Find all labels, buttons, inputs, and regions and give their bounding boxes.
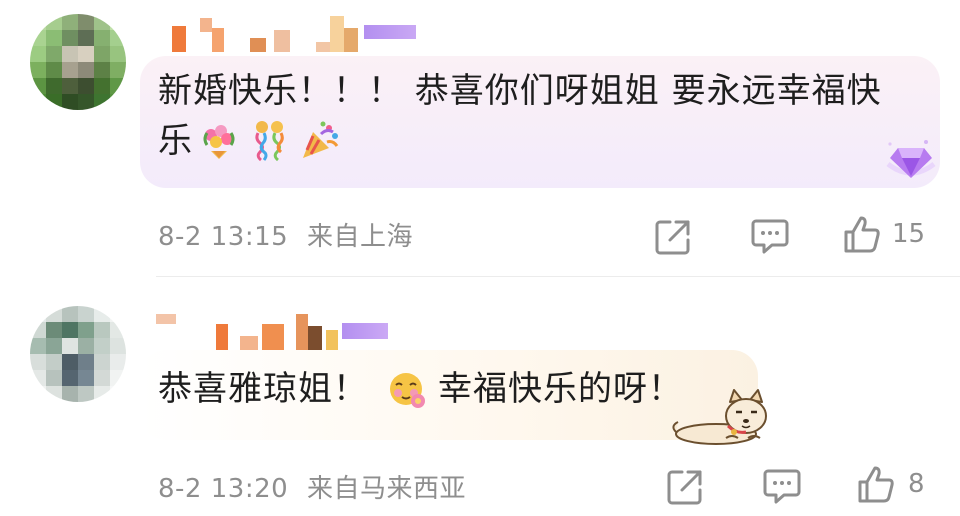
comment-text: 新婚快乐！！！ 恭喜你们呀姐姐 要永远幸福快 乐 bbox=[158, 66, 928, 166]
thumbs-up-icon[interactable] bbox=[842, 214, 882, 254]
avatar[interactable] bbox=[30, 14, 126, 110]
comment-text-line2: 乐 bbox=[158, 121, 193, 161]
comment-icon[interactable] bbox=[762, 468, 802, 506]
username-obscured[interactable] bbox=[172, 8, 416, 52]
comment-text-before-emoji: 恭喜雅琼姐！ bbox=[158, 369, 368, 409]
shiba-dog-sticker bbox=[672, 389, 767, 445]
comment-text-after-emoji: 幸福快乐的呀！ bbox=[438, 369, 683, 409]
location: 来自上海 bbox=[306, 222, 413, 252]
comment-text: 恭喜雅琼姐！ 幸福快乐的呀！ bbox=[158, 364, 683, 414]
share-icon[interactable] bbox=[654, 218, 692, 256]
username-obscured[interactable] bbox=[156, 306, 388, 350]
like-button[interactable]: 8 bbox=[856, 464, 925, 504]
confetti-emoji bbox=[255, 121, 284, 162]
share-icon[interactable] bbox=[666, 468, 704, 506]
location: 来自马来西亚 bbox=[306, 474, 466, 504]
bouquet-emoji bbox=[203, 125, 235, 159]
timestamp: 8-2 13:15 bbox=[158, 222, 289, 252]
diamond-badge-icon bbox=[886, 140, 936, 178]
blushing-face-emoji bbox=[390, 373, 425, 408]
comment-text-line1: 新婚快乐！！！ 恭喜你们呀姐姐 要永远幸福快 bbox=[158, 71, 882, 111]
avatar[interactable] bbox=[30, 306, 126, 402]
thumbs-up-icon[interactable] bbox=[856, 464, 896, 504]
comment-meta: 8-2 13:20 来自马来西亚 bbox=[158, 468, 466, 505]
party-popper-emoji bbox=[303, 121, 339, 158]
timestamp: 8-2 13:20 bbox=[158, 474, 289, 504]
like-count: 8 bbox=[908, 469, 925, 499]
divider bbox=[156, 276, 960, 277]
comment-meta: 8-2 13:15 来自上海 bbox=[158, 216, 413, 253]
comment-icon[interactable] bbox=[750, 218, 790, 256]
like-count: 15 bbox=[892, 219, 926, 249]
like-button[interactable]: 15 bbox=[842, 214, 925, 254]
